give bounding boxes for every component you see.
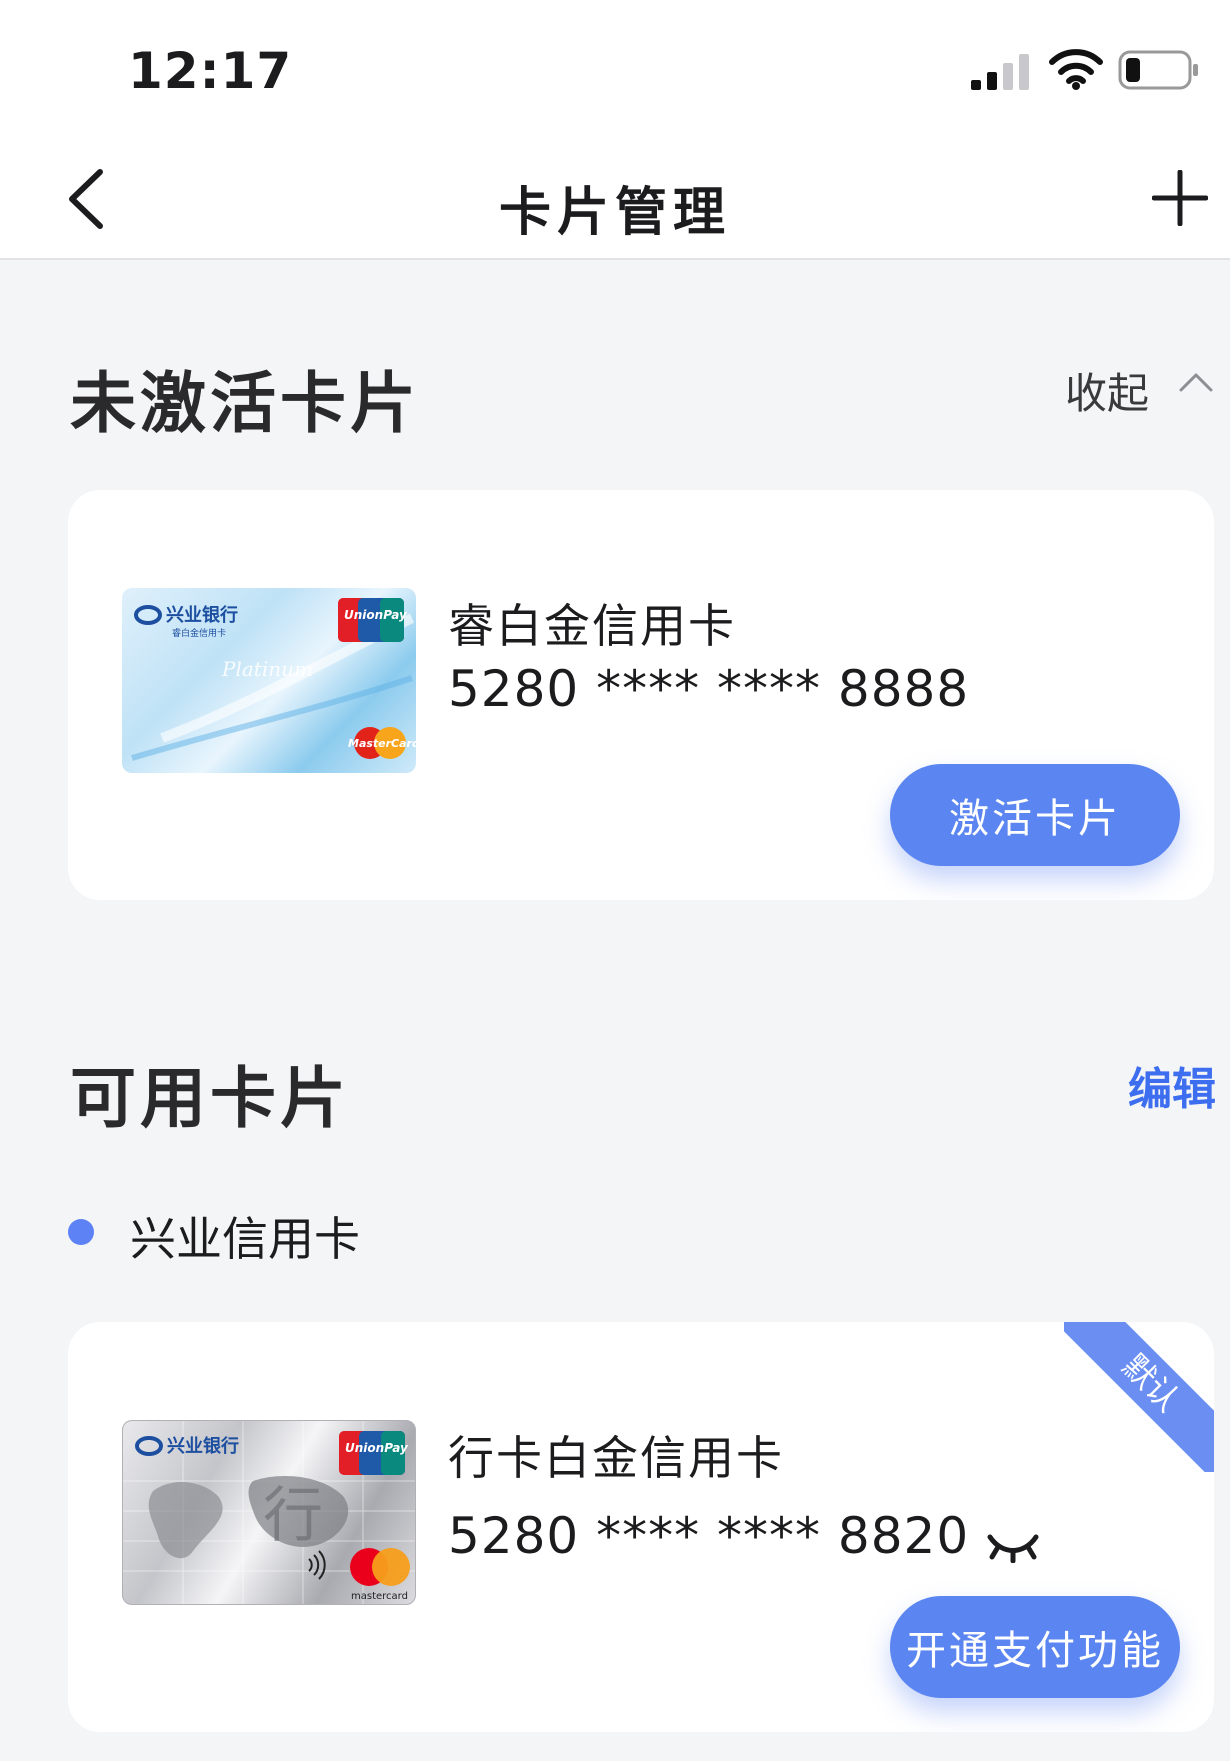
card-artwork: 兴业银行 睿白金信用卡 Platinum UnionPay MasterCard [131,598,416,761]
available-card-name: 行卡白金信用卡 [448,1431,784,1485]
edit-button[interactable]: 编辑 [1128,1053,1216,1117]
mastercard-logo-icon: mastercard [350,1548,410,1602]
default-badge: 默认 [1064,1322,1214,1472]
enable-payment-button[interactable]: 开通支付功能 [890,1596,1180,1698]
platinum-card-image: 行 兴业银行 UnionPay mastercard [122,1420,416,1605]
card-artwork: 行 兴业银行 UnionPay mastercard [123,1421,415,1604]
inactive-card-panel: 兴业银行 睿白金信用卡 Platinum UnionPay MasterCard… [68,490,1214,900]
svg-text:UnionPay: UnionPay [345,1441,409,1455]
inactive-card-name: 睿白金信用卡 [448,599,736,653]
card-network: MasterCard [348,737,416,750]
status-bar: 12:17 [0,0,1230,140]
eye-closed-icon[interactable] [986,1527,1040,1563]
add-icon[interactable] [1152,170,1208,226]
default-badge-label: 默认 [1064,1322,1214,1472]
inactive-section-title: 未激活卡片 [70,365,420,442]
svg-text:UnionPay: UnionPay [344,608,408,622]
nav-bar: 卡片管理 [0,140,1230,260]
card-product-name: 睿白金信用卡 [172,627,226,639]
available-card-panel[interactable]: 行 兴业银行 UnionPay mastercard 行卡白金信用卡 5280 … [68,1322,1214,1732]
contactless-icon [308,1550,326,1580]
page-title: 卡片管理 [498,183,731,243]
collapse-button[interactable]: 收起 [1065,360,1149,421]
activate-card-button[interactable]: 激活卡片 [890,764,1180,866]
unionpay-logo-icon: UnionPay [339,1431,409,1475]
card-bank-name: 兴业银行 [167,1435,239,1457]
card-network: mastercard [351,1591,408,1602]
available-section-title: 可用卡片 [70,1060,350,1137]
svg-text:行: 行 [263,1481,323,1551]
available-card-number: 5280 **** **** 8820 [448,1507,970,1565]
status-time: 12:17 [128,42,293,100]
unionpay-logo-icon: UnionPay [338,598,408,642]
battery-icon [1118,50,1198,90]
cellular-signal-icon [971,54,1029,90]
card-bank-name: 兴业银行 [166,604,238,626]
wifi-icon [1049,49,1103,90]
card-group-label: 兴业信用卡 [130,1212,360,1266]
inactive-card-number: 5280 **** **** 8888 [448,660,970,718]
chevron-up-icon[interactable] [1178,370,1214,394]
mastercard-logo-icon: MasterCard [348,727,416,759]
group-bullet-icon [68,1219,94,1245]
platinum-card-image: 兴业银行 睿白金信用卡 Platinum UnionPay MasterCard [122,588,416,773]
card-script-text: Platinum [221,657,313,681]
